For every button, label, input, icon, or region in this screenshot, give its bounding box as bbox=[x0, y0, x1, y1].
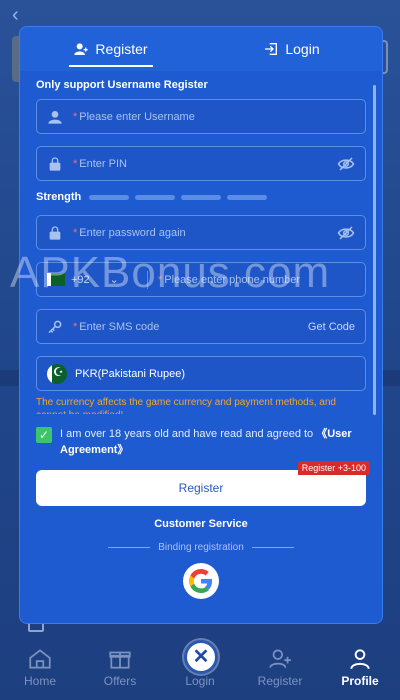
confirm-placeholder: Enter password again bbox=[79, 226, 186, 239]
currency-value: PKR(Pakistani Rupee) bbox=[75, 367, 186, 380]
key-icon bbox=[48, 320, 62, 333]
eye-hidden-icon[interactable] bbox=[337, 155, 355, 173]
binding-label: Binding registration bbox=[158, 542, 244, 553]
binding-registration: Binding registration bbox=[36, 542, 366, 553]
add-user-icon bbox=[269, 649, 291, 668]
divider bbox=[251, 547, 294, 548]
nav-label: Home bbox=[23, 674, 56, 688]
currency-warning: The currency affects the game currency a… bbox=[36, 397, 336, 414]
strength-bar bbox=[181, 194, 222, 200]
google-icon bbox=[189, 569, 213, 593]
required-mark: * bbox=[73, 320, 78, 333]
register-form: Only support Username Register * Please … bbox=[20, 71, 382, 623]
username-placeholder: Please enter Username bbox=[79, 110, 195, 123]
strength-bar bbox=[135, 194, 176, 200]
tab-register[interactable]: Register bbox=[20, 27, 201, 71]
eye-hidden-icon[interactable] bbox=[337, 224, 355, 242]
tab-label: Login bbox=[285, 41, 320, 57]
tab-label: Register bbox=[95, 41, 148, 57]
close-icon: ✕ bbox=[192, 646, 210, 668]
nav-item-offers[interactable]: Offers bbox=[85, 646, 155, 688]
customer-service-link[interactable]: Customer Service bbox=[36, 518, 366, 530]
pakistan-flag-icon bbox=[47, 273, 65, 286]
lock-icon bbox=[49, 225, 61, 240]
login-icon bbox=[265, 43, 278, 55]
gift-icon bbox=[109, 651, 131, 669]
divider bbox=[147, 270, 148, 289]
strength-bar bbox=[89, 194, 130, 200]
username-field[interactable]: * Please enter Username bbox=[36, 99, 366, 134]
nav-item-home[interactable]: Home bbox=[5, 646, 75, 688]
nav-item-profile[interactable]: Profile bbox=[325, 646, 395, 688]
required-mark: * bbox=[73, 157, 78, 170]
required-mark: * bbox=[73, 226, 78, 239]
currency-select[interactable]: PKR(Pakistani Rupee) bbox=[36, 356, 366, 391]
pin-placeholder: Enter PIN bbox=[79, 157, 127, 170]
strength-bar bbox=[227, 194, 268, 200]
nav-label: Profile bbox=[341, 674, 379, 688]
get-code-button[interactable]: Get Code bbox=[308, 321, 355, 333]
strength-label: Strength bbox=[36, 191, 82, 203]
phone-code: +92 bbox=[71, 273, 90, 286]
pin-field[interactable]: * Enter PIN bbox=[36, 146, 366, 181]
sms-placeholder: Enter SMS code bbox=[79, 320, 160, 333]
sms-code-field[interactable]: * Enter SMS code Get Code bbox=[36, 309, 366, 344]
section-title: Only support Username Register bbox=[36, 79, 208, 91]
close-modal-button[interactable]: ✕ bbox=[184, 640, 218, 674]
add-user-icon bbox=[74, 43, 89, 55]
checkmark-icon: ✓ bbox=[38, 428, 50, 442]
lock-icon bbox=[49, 156, 61, 171]
agree-checkbox[interactable]: ✓ bbox=[36, 427, 52, 443]
nav-item-register[interactable]: Register bbox=[245, 646, 315, 688]
password-strength: Strength bbox=[36, 191, 366, 203]
user-icon bbox=[350, 649, 370, 670]
auth-tabs: Register Login bbox=[20, 27, 382, 71]
pakistan-flag-icon bbox=[47, 363, 67, 384]
tab-login[interactable]: Login bbox=[201, 27, 382, 71]
nav-label: Login bbox=[185, 674, 215, 688]
divider bbox=[108, 547, 151, 548]
chevron-down-icon: ⌄ bbox=[109, 274, 119, 286]
scrollbar[interactable] bbox=[373, 85, 376, 415]
register-modal: Register Login Only support Username Reg… bbox=[19, 26, 383, 624]
required-mark: * bbox=[158, 273, 163, 286]
home-icon bbox=[29, 649, 51, 669]
register-button-label: Register bbox=[178, 481, 224, 495]
agreement-label: I am over 18 years old and have read and… bbox=[60, 428, 314, 440]
country-code-select[interactable]: +92 ⌄ bbox=[47, 273, 147, 286]
register-bonus-badge: Register +3-100 bbox=[297, 461, 370, 475]
nav-label: Offers bbox=[103, 674, 137, 688]
phone-field[interactable]: +92 ⌄ * Please enter phone number bbox=[36, 262, 366, 297]
agreement-text: I am over 18 years old and have read and… bbox=[60, 426, 366, 458]
phone-placeholder: Please enter phone number bbox=[164, 273, 301, 286]
user-icon bbox=[48, 110, 62, 124]
register-button[interactable]: Register Register +3-100 bbox=[36, 461, 370, 506]
agreement-row: ✓ I am over 18 years old and have read a… bbox=[36, 426, 366, 458]
nav-label: Register bbox=[257, 674, 303, 688]
google-login-button[interactable] bbox=[183, 563, 219, 599]
back-arrow-icon[interactable]: ‹ bbox=[12, 4, 19, 27]
required-mark: * bbox=[73, 110, 78, 123]
confirm-password-field[interactable]: * Enter password again bbox=[36, 215, 366, 250]
